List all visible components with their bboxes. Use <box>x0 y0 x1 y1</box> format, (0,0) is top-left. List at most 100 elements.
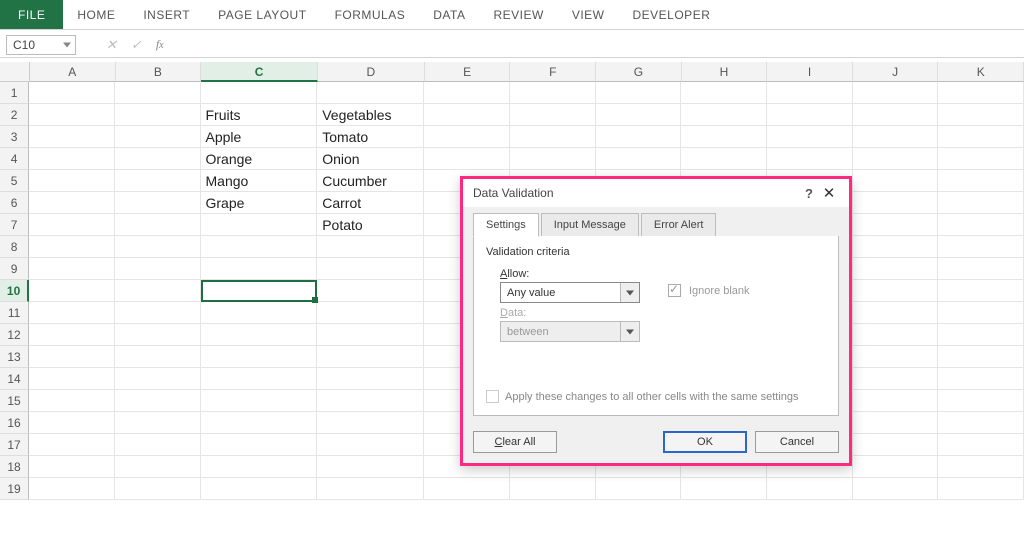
cell-K7[interactable] <box>938 214 1024 236</box>
fx-icon[interactable]: fx <box>156 37 164 52</box>
cell-J16[interactable] <box>853 412 939 434</box>
cell-K12[interactable] <box>938 324 1024 346</box>
close-icon[interactable]: ✕ <box>819 184 839 202</box>
col-header-I[interactable]: I <box>767 62 853 82</box>
cell-E3[interactable] <box>424 126 510 148</box>
col-header-G[interactable]: G <box>596 62 682 82</box>
cell-K11[interactable] <box>938 302 1024 324</box>
col-header-D[interactable]: D <box>318 62 425 82</box>
cell-E1[interactable] <box>424 82 510 104</box>
cell-C14[interactable] <box>201 368 318 390</box>
cell-C12[interactable] <box>201 324 318 346</box>
cell-K6[interactable] <box>938 192 1024 214</box>
cell-D12[interactable] <box>317 324 424 346</box>
cell-G1[interactable] <box>596 82 682 104</box>
cell-F19[interactable] <box>510 478 596 500</box>
cell-D16[interactable] <box>317 412 424 434</box>
cell-A19[interactable] <box>29 478 115 500</box>
cell-D17[interactable] <box>317 434 424 456</box>
cell-J19[interactable] <box>853 478 939 500</box>
cell-B4[interactable] <box>115 148 201 170</box>
cell-D8[interactable] <box>317 236 424 258</box>
tab-settings[interactable]: Settings <box>473 213 539 237</box>
col-header-J[interactable]: J <box>853 62 939 82</box>
cell-C3[interactable]: Apple <box>201 126 318 148</box>
cell-B19[interactable] <box>115 478 201 500</box>
cell-B2[interactable] <box>115 104 201 126</box>
cell-D4[interactable]: Onion <box>317 148 424 170</box>
cell-A5[interactable] <box>29 170 115 192</box>
cell-C11[interactable] <box>201 302 318 324</box>
cell-B3[interactable] <box>115 126 201 148</box>
cell-B5[interactable] <box>115 170 201 192</box>
cell-K2[interactable] <box>938 104 1024 126</box>
cell-B14[interactable] <box>115 368 201 390</box>
cell-F2[interactable] <box>510 104 596 126</box>
cell-J11[interactable] <box>853 302 939 324</box>
cell-I1[interactable] <box>767 82 853 104</box>
cell-J2[interactable] <box>853 104 939 126</box>
cell-B11[interactable] <box>115 302 201 324</box>
cell-B18[interactable] <box>115 456 201 478</box>
cell-C9[interactable] <box>201 258 318 280</box>
col-header-B[interactable]: B <box>116 62 202 82</box>
col-header-H[interactable]: H <box>682 62 768 82</box>
cell-I3[interactable] <box>767 126 853 148</box>
row-header-18[interactable]: 18 <box>0 456 29 478</box>
cell-J8[interactable] <box>853 236 939 258</box>
row-header-16[interactable]: 16 <box>0 412 29 434</box>
cell-A3[interactable] <box>29 126 115 148</box>
cell-A12[interactable] <box>29 324 115 346</box>
cell-G2[interactable] <box>596 104 682 126</box>
row-header-9[interactable]: 9 <box>0 258 29 280</box>
cell-A15[interactable] <box>29 390 115 412</box>
row-header-14[interactable]: 14 <box>0 368 29 390</box>
row-header-13[interactable]: 13 <box>0 346 29 368</box>
cell-B8[interactable] <box>115 236 201 258</box>
cell-H4[interactable] <box>681 148 767 170</box>
cell-D7[interactable]: Potato <box>317 214 424 236</box>
cell-D11[interactable] <box>317 302 424 324</box>
cell-E19[interactable] <box>424 478 510 500</box>
row-header-17[interactable]: 17 <box>0 434 29 456</box>
name-box[interactable]: C10 <box>6 35 76 55</box>
cell-G3[interactable] <box>596 126 682 148</box>
cell-D6[interactable]: Carrot <box>317 192 424 214</box>
cell-K1[interactable] <box>938 82 1024 104</box>
cell-J7[interactable] <box>853 214 939 236</box>
cell-C18[interactable] <box>201 456 318 478</box>
cell-K19[interactable] <box>938 478 1024 500</box>
cell-K15[interactable] <box>938 390 1024 412</box>
cell-H19[interactable] <box>681 478 767 500</box>
cell-B7[interactable] <box>115 214 201 236</box>
tab-view[interactable]: VIEW <box>558 0 619 29</box>
cell-D18[interactable] <box>317 456 424 478</box>
tab-data[interactable]: DATA <box>419 0 479 29</box>
cell-J6[interactable] <box>853 192 939 214</box>
cell-I2[interactable] <box>767 104 853 126</box>
cell-C1[interactable] <box>201 82 318 104</box>
cell-A6[interactable] <box>29 192 115 214</box>
row-header-8[interactable]: 8 <box>0 236 29 258</box>
col-header-K[interactable]: K <box>938 62 1024 82</box>
cell-C13[interactable] <box>201 346 318 368</box>
allow-combobox[interactable]: Any value <box>500 282 640 303</box>
tab-review[interactable]: REVIEW <box>479 0 557 29</box>
row-header-7[interactable]: 7 <box>0 214 29 236</box>
cell-C19[interactable] <box>201 478 318 500</box>
cell-A17[interactable] <box>29 434 115 456</box>
cell-C5[interactable]: Mango <box>201 170 318 192</box>
cell-D13[interactable] <box>317 346 424 368</box>
cell-C7[interactable] <box>201 214 318 236</box>
row-header-1[interactable]: 1 <box>0 82 29 104</box>
cell-B13[interactable] <box>115 346 201 368</box>
cell-A13[interactable] <box>29 346 115 368</box>
col-header-C[interactable]: C <box>201 62 318 82</box>
row-header-12[interactable]: 12 <box>0 324 29 346</box>
col-header-E[interactable]: E <box>425 62 511 82</box>
row-header-19[interactable]: 19 <box>0 478 29 500</box>
row-header-15[interactable]: 15 <box>0 390 29 412</box>
cell-A4[interactable] <box>29 148 115 170</box>
tab-insert[interactable]: INSERT <box>129 0 204 29</box>
row-header-3[interactable]: 3 <box>0 126 29 148</box>
